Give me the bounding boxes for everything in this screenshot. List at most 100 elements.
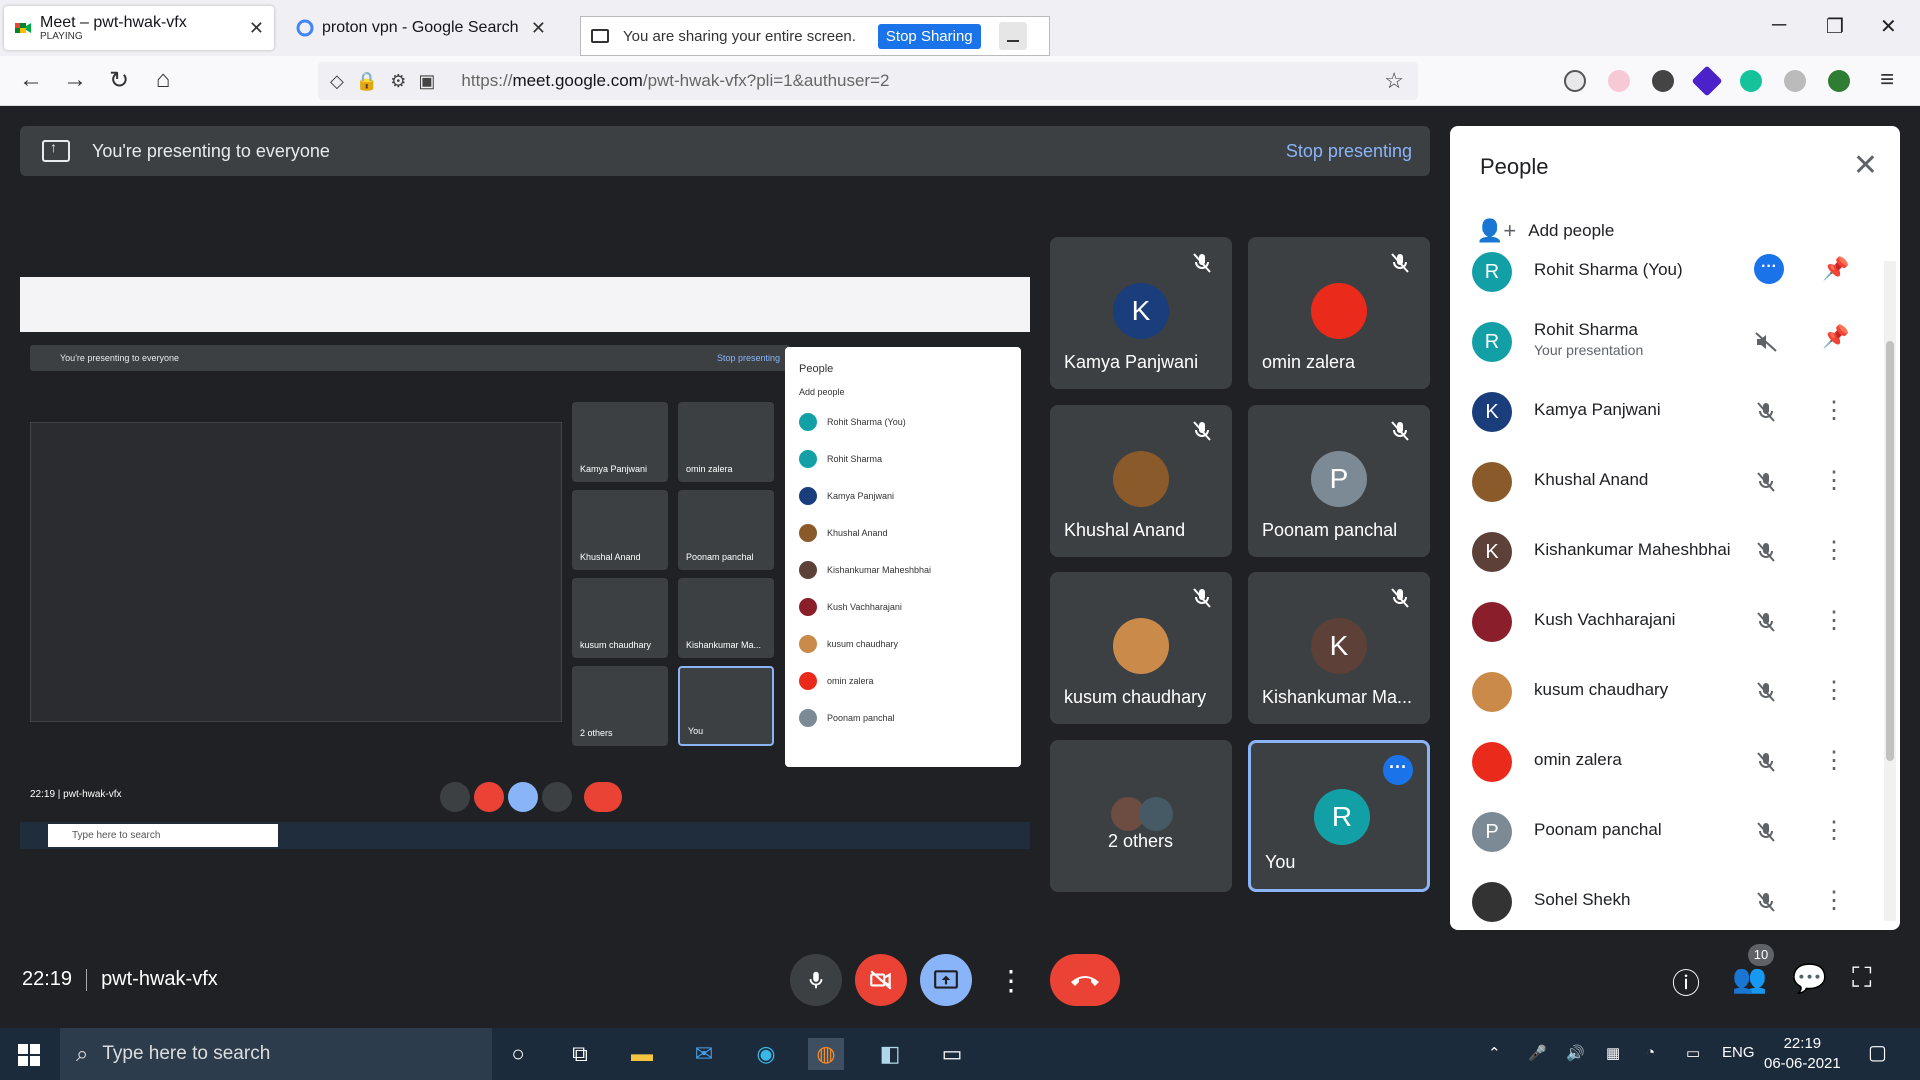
activities-icon[interactable]: ⛶ — [1852, 962, 1872, 995]
windows-start-icon[interactable] — [18, 1044, 40, 1066]
url-text[interactable]: https://meet.google.com/pwt-hwak-vfx?pli… — [461, 71, 889, 91]
close-tab-icon[interactable]: ✕ — [249, 18, 264, 39]
list-item[interactable]: Kush Vachharajani ⋮ — [1450, 586, 1880, 656]
self-tile[interactable]: ··· R You — [1248, 740, 1430, 892]
battery-icon[interactable]: ▭ — [1686, 1044, 1700, 1062]
mic-off-icon[interactable] — [1754, 400, 1778, 424]
more-vert-icon[interactable]: ⋮ — [1822, 676, 1846, 705]
mail-icon[interactable]: ✉ — [686, 1038, 722, 1070]
edge-icon[interactable]: ◉ — [748, 1038, 784, 1070]
taskbar-clock[interactable]: 22:19 06-06-2021 — [1764, 1034, 1841, 1074]
minimize-window-icon[interactable]: ─ — [1772, 14, 1786, 37]
more-vert-icon: ⋮ — [997, 964, 1025, 996]
h-extension-icon[interactable] — [1652, 70, 1674, 92]
pin-icon[interactable]: 📌 — [1822, 256, 1849, 282]
participant-tile[interactable]: K Kishankumar Ma... — [1248, 572, 1430, 724]
bookmark-star-icon[interactable]: ☆ — [1384, 68, 1404, 94]
wifi-icon[interactable]: ◔ — [1646, 1044, 1655, 1061]
panel-scrollbar[interactable] — [1884, 261, 1896, 921]
taskbar-search[interactable]: ⌕ Type here to search — [60, 1028, 492, 1080]
list-item[interactable]: omin zalera ⋮ — [1450, 726, 1880, 796]
tray-mic-icon[interactable]: 🎤 — [1528, 1044, 1547, 1062]
present-button[interactable] — [920, 954, 972, 1006]
participant-tile[interactable]: P Poonam panchal — [1248, 405, 1430, 557]
mic-off-icon[interactable] — [1754, 680, 1778, 704]
notifications-icon[interactable]: ▢ — [1868, 1040, 1887, 1065]
tray-chevron-icon[interactable]: ⌃ — [1488, 1044, 1501, 1062]
close-tab-icon[interactable]: ✕ — [531, 18, 546, 39]
more-vert-icon[interactable]: ⋮ — [1822, 746, 1846, 775]
back-icon[interactable]: ← — [16, 66, 46, 94]
forward-icon[interactable]: → — [60, 66, 90, 94]
profile-icon[interactable] — [1828, 70, 1850, 92]
list-item[interactable]: P Poonam panchal ⋮ — [1450, 796, 1880, 866]
restore-window-icon[interactable]: ❐ — [1826, 14, 1844, 39]
hide-notice-button[interactable] — [998, 22, 1027, 50]
participant-tile[interactable]: K Kamya Panjwani — [1050, 237, 1232, 389]
more-vert-icon[interactable]: ⋮ — [1822, 396, 1846, 425]
mic-off-icon[interactable] — [1754, 540, 1778, 564]
cortana-icon[interactable]: ○ — [500, 1038, 536, 1070]
site-info-icons[interactable]: ◇🔒⚙▣ — [330, 71, 447, 92]
avatar: R — [1314, 789, 1370, 845]
list-item[interactable]: Khushal Anand ⋮ — [1450, 446, 1880, 516]
language-indicator[interactable]: ENG — [1722, 1044, 1755, 1061]
task-view-icon[interactable]: ⧉ — [562, 1038, 598, 1070]
participant-name: Khushal Anand — [1534, 470, 1649, 489]
menu-icon[interactable]: ≡ — [1872, 66, 1902, 94]
list-item[interactable]: R Rohit Sharma Your presentation 📌 — [1450, 306, 1880, 376]
scrollbar-thumb[interactable] — [1886, 341, 1894, 761]
participant-tile[interactable]: kusum chaudhary — [1050, 572, 1232, 724]
extension-icon[interactable] — [1608, 70, 1630, 92]
info-icon[interactable]: ⓘ — [1672, 962, 1700, 1002]
home-icon[interactable]: ⌂ — [148, 66, 178, 94]
list-item[interactable]: R Rohit Sharma (You) ··· 📌 — [1450, 250, 1880, 306]
close-window-icon[interactable]: ✕ — [1880, 14, 1897, 39]
tab-meet[interactable]: Meet – pwt-hwak-vfx PLAYING ✕ — [4, 6, 274, 50]
app-icon[interactable]: ◧ — [872, 1038, 908, 1070]
more-vert-icon[interactable]: ⋮ — [1822, 466, 1846, 495]
volume-icon[interactable]: 🔊 — [1566, 1044, 1585, 1062]
extension-icon[interactable] — [1784, 70, 1806, 92]
more-options-button[interactable]: ⋮ — [985, 954, 1037, 1006]
reload-icon[interactable]: ↻ — [104, 66, 134, 95]
participant-tile[interactable]: Khushal Anand — [1050, 405, 1232, 557]
add-people-button[interactable]: 👤+ Add people — [1476, 218, 1614, 244]
participant-tile[interactable]: omin zalera — [1248, 237, 1430, 389]
more-options-button[interactable]: ··· — [1383, 755, 1413, 785]
camera-off-button[interactable] — [855, 954, 907, 1006]
pocket-icon[interactable] — [1564, 70, 1586, 92]
people-icon[interactable]: 👥 — [1732, 962, 1767, 995]
diamond-extension-icon[interactable] — [1691, 65, 1723, 97]
mic-off-icon[interactable] — [1754, 470, 1778, 494]
volume-off-icon[interactable] — [1754, 330, 1778, 354]
list-item[interactable]: kusum chaudhary ⋮ — [1450, 656, 1880, 726]
file-explorer-icon[interactable]: ▬ — [624, 1038, 660, 1070]
list-item[interactable]: K Kishankumar Maheshbhai ⋮ — [1450, 516, 1880, 586]
mic-off-icon[interactable] — [1754, 610, 1778, 634]
firefox-icon[interactable]: ◍ — [808, 1038, 844, 1070]
address-bar[interactable]: ◇🔒⚙▣ https://meet.google.com/pwt-hwak-vf… — [318, 62, 1418, 100]
more-vert-icon[interactable]: ⋮ — [1822, 536, 1846, 565]
stop-presenting-button[interactable]: Stop presenting — [1286, 141, 1412, 162]
tray-app-icon[interactable]: ▦ — [1606, 1044, 1620, 1062]
participants-list[interactable]: R Rohit Sharma (You) ··· 📌 R Rohit Sharm… — [1450, 250, 1880, 930]
more-vert-icon[interactable]: ⋮ — [1822, 816, 1846, 845]
close-icon[interactable]: ✕ — [1853, 148, 1878, 183]
leave-call-button[interactable] — [1050, 954, 1120, 1006]
mic-off-icon[interactable] — [1754, 750, 1778, 774]
terminal-icon[interactable]: ▭ — [934, 1038, 970, 1070]
unpin-icon[interactable]: 📌 — [1822, 324, 1849, 350]
participant-tile-others[interactable]: 2 others — [1050, 740, 1232, 892]
mic-off-icon[interactable] — [1754, 890, 1778, 914]
stop-sharing-button[interactable]: Stop Sharing — [877, 23, 981, 49]
list-item[interactable]: Sohel Shekh ⋮ — [1450, 866, 1880, 930]
mic-off-icon[interactable] — [1754, 820, 1778, 844]
grammarly-icon[interactable] — [1740, 70, 1762, 92]
more-vert-icon[interactable]: ⋮ — [1822, 606, 1846, 635]
chat-icon[interactable]: 💬 — [1792, 962, 1827, 995]
tab-google-search[interactable]: proton vpn - Google Search ✕ — [286, 6, 556, 50]
list-item[interactable]: K Kamya Panjwani ⋮ — [1450, 376, 1880, 446]
microphone-button[interactable] — [790, 954, 842, 1006]
more-vert-icon[interactable]: ⋮ — [1822, 886, 1846, 915]
